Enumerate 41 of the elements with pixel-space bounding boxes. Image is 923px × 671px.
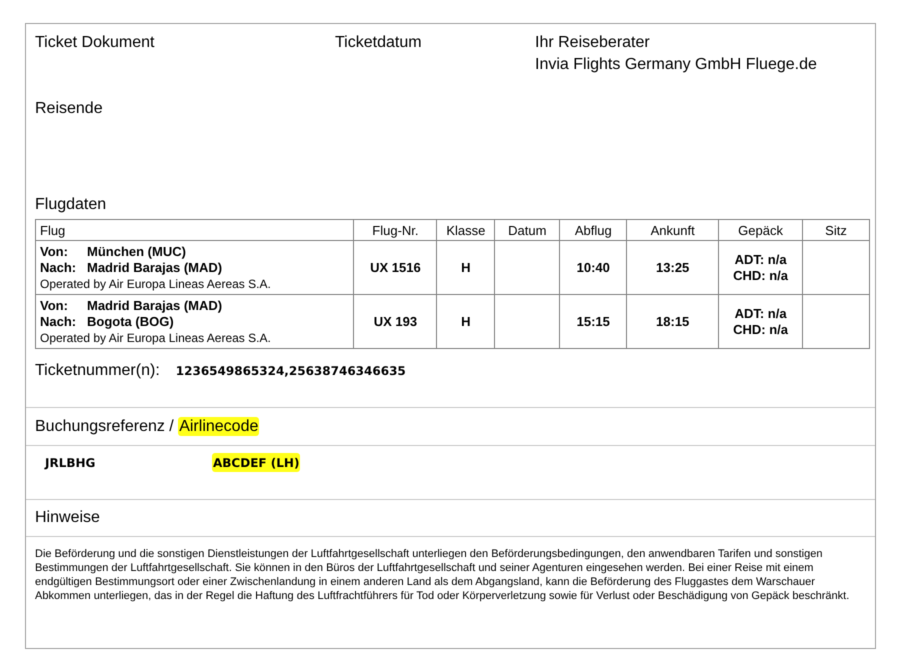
column-header: Flug (36, 220, 354, 240)
column-header: Gepäck (718, 220, 803, 240)
baggage-text: CHD: n/a (732, 268, 790, 284)
column-header: Abflug (560, 220, 627, 240)
table-cell: 15:15 (560, 294, 627, 348)
column-header: Sitz (802, 220, 870, 240)
ticket-number-label: Ticketnummer(n): (35, 361, 160, 381)
table-cell: UX 193 (354, 294, 437, 348)
to-label: Nach: (40, 260, 78, 276)
booking-title: Buchungsreferenz / (35, 418, 174, 434)
column-header: Flug-Nr. (354, 220, 437, 240)
operator-text: Operated by Air Europa Lineas Aereas S.A. (40, 330, 272, 346)
table-cell: 18:15 (626, 294, 719, 348)
booking-code: JRLBHG (45, 455, 96, 471)
advisor-label: Ihr Reiseberater (535, 33, 651, 53)
from-label: Von: (40, 244, 69, 260)
ticket-numbers: 1236549865324,25638746346635 (176, 364, 406, 378)
to-label: Nach: (40, 314, 78, 330)
booking-title: Airlinecode (178, 416, 260, 436)
from-label: Von: (40, 298, 69, 314)
origin: Madrid Barajas (MAD) (87, 298, 222, 314)
passengers-title: Reisende (35, 99, 104, 119)
baggage-text: CHD: n/a (732, 322, 790, 338)
notes-text: Die Beförderung und die sonstigen Dienstleistungen der Luftfahrtgesellschaft unterliegen den Beförderungsbedingungen, den anwendbaren Tarifen und sonstigen Bestimmungen der Luftfahrtgesellschaft. Sie können in den Büros der Luftfahrtgesellschaft und seiner Agenturen eingesehen werden. Bei einer Reise mit einem endgültigen Bestimmungsort oder einer Zwischenlandung in einem anderen Land als dem Abgangsland, kann die Beförderung des Fluggastes dem Warschauer Abkommen unterliegen, das in der Regel die Haftung des Luftfrachtführers für Tod oder Körperverletzung sowie für Verlust oder Beschädigung von Gepäck beschränkt. (35, 548, 850, 602)
advisor-name: Invia Flights Germany GmbH Fluege.de (535, 55, 818, 75)
origin: München (MUC) (87, 244, 187, 260)
flights-title: Flugdaten (35, 195, 108, 215)
column-header: Ankunft (626, 220, 719, 240)
booking-code: ABCDEF (LH) (212, 453, 300, 472)
baggage-text: ADT: n/a (734, 252, 788, 268)
date-label: Ticketdatum (335, 33, 423, 53)
baggage-text: ADT: n/a (734, 306, 788, 322)
column-header: Datum (494, 220, 560, 240)
notes-title: Hinweise (35, 508, 100, 528)
table-cell (494, 294, 560, 348)
document-title: Ticket Dokument (35, 33, 156, 53)
destination: Madrid Barajas (MAD) (87, 260, 222, 276)
operator-text: Operated by Air Europa Lineas Aereas S.A. (40, 276, 272, 292)
destination: Bogota (BOG) (87, 314, 175, 330)
column-header: Klasse (436, 220, 495, 240)
table-cell: H (436, 294, 495, 348)
